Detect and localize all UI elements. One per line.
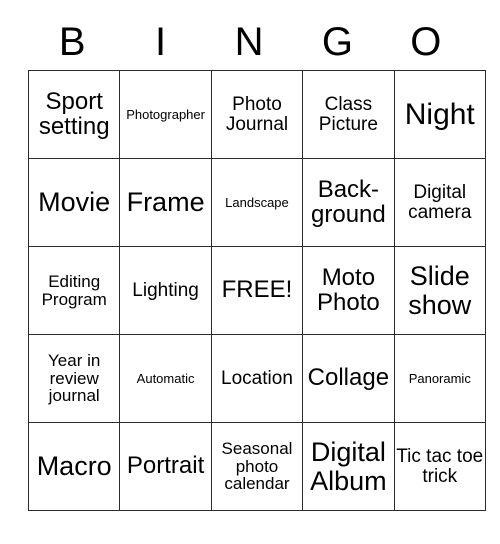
bingo-cell[interactable]: Class Picture (302, 70, 395, 159)
bingo-cell[interactable]: Portrait (119, 422, 212, 511)
bingo-cell[interactable]: Sport setting (27, 70, 121, 159)
bingo-cell[interactable]: Tic tac toe trick (393, 422, 486, 511)
bingo-cell[interactable]: Location (210, 334, 304, 423)
bingo-header-letter-n: N (234, 20, 264, 64)
bingo-cell[interactable]: Frame (119, 158, 212, 247)
bingo-cell[interactable]: Automatic (119, 334, 212, 423)
bingo-cell-label: Lighting (132, 279, 199, 301)
bingo-cell[interactable]: Macro (27, 422, 121, 511)
bingo-cell-label: Editing Program (41, 271, 107, 309)
bingo-cell[interactable]: Photo Journal (210, 70, 304, 159)
bingo-row: Editing Program Lighting FREE! Moto Photo Sl… (27, 246, 486, 335)
bingo-cell[interactable]: Back-ground (302, 158, 395, 247)
bingo-card: B I N G O Sport setting Photographer Photo Jou… (27, 14, 486, 511)
bingo-row: Movie Frame Landscape Back-ground Digital ca… (27, 158, 486, 247)
bingo-cell[interactable]: Photographer (119, 70, 212, 159)
bingo-cell-label: Collage (307, 364, 390, 392)
bingo-cell-label: Portrait (126, 452, 205, 480)
bingo-cell-label: Moto Photo (317, 263, 380, 316)
bingo-cell-label: Digital camera (408, 181, 472, 223)
bingo-cell-label: Seasonal photo calendar (221, 438, 293, 494)
bingo-cell[interactable]: Lighting (119, 246, 212, 335)
bingo-cell-label: Photographer (126, 106, 205, 122)
bingo-header-letter-b: B (58, 20, 86, 64)
bingo-cell-label: Automatic (136, 370, 195, 386)
bingo-cell-label: Year in review journal (48, 350, 101, 406)
bingo-cell[interactable]: Digital camera (393, 158, 486, 247)
bingo-cell-label: Back-ground (311, 175, 386, 228)
bingo-cell-label: Class Picture (318, 93, 378, 135)
bingo-cell[interactable]: Seasonal photo calendar (210, 422, 304, 511)
bingo-row: Year in review journal Automatic Location C… (27, 334, 486, 423)
bingo-cell[interactable]: Digital Album (302, 422, 395, 511)
bingo-cell-label: Photo Journal (225, 93, 289, 135)
bingo-header: BINGO (28, 14, 470, 70)
bingo-cell[interactable]: Moto Photo (302, 246, 395, 335)
bingo-cell-label: Tic tac toe trick (396, 445, 484, 487)
bingo-cell-label: Location (221, 367, 293, 389)
bingo-row: Macro Portrait Seasonal photo calendar Digi… (27, 422, 486, 511)
bingo-cell[interactable]: Year in review journal (27, 334, 121, 423)
bingo-cell-label: Slide show (408, 261, 472, 320)
bingo-cell-label: Night (404, 97, 475, 131)
bingo-cell[interactable]: Collage (302, 334, 395, 423)
bingo-cell-label: Landscape (225, 194, 289, 210)
bingo-cell[interactable]: FREE! (210, 246, 304, 335)
bingo-cell[interactable]: Panoramic (393, 334, 486, 423)
bingo-grid: Sport setting Photographer Photo Journal Cl… (27, 70, 486, 511)
bingo-cell-label: Digital Album (310, 437, 387, 496)
bingo-cell[interactable]: Editing Program (27, 246, 121, 335)
bingo-row: Sport setting Photographer Photo Journal Cl… (27, 70, 486, 159)
bingo-cell-label: Movie (38, 187, 111, 218)
bingo-cell-label: Frame (126, 187, 205, 218)
bingo-grid-body: Sport setting Photographer Photo Journal Cl… (27, 70, 486, 511)
bingo-cell[interactable]: Movie (27, 158, 121, 247)
bingo-cell-label: Macro (36, 451, 112, 482)
bingo-cell-label: FREE! (221, 276, 293, 304)
bingo-cell-label: Sport setting (38, 87, 110, 140)
bingo-cell[interactable]: Landscape (210, 158, 304, 247)
bingo-cell[interactable]: Slide show (393, 246, 486, 335)
bingo-cell[interactable]: Night (393, 70, 486, 159)
bingo-header-letter-i: I (155, 20, 167, 64)
bingo-header-letter-o: O (410, 20, 442, 64)
bingo-cell-label: Panoramic (408, 370, 471, 386)
bingo-header-letter-g: G (321, 20, 353, 64)
